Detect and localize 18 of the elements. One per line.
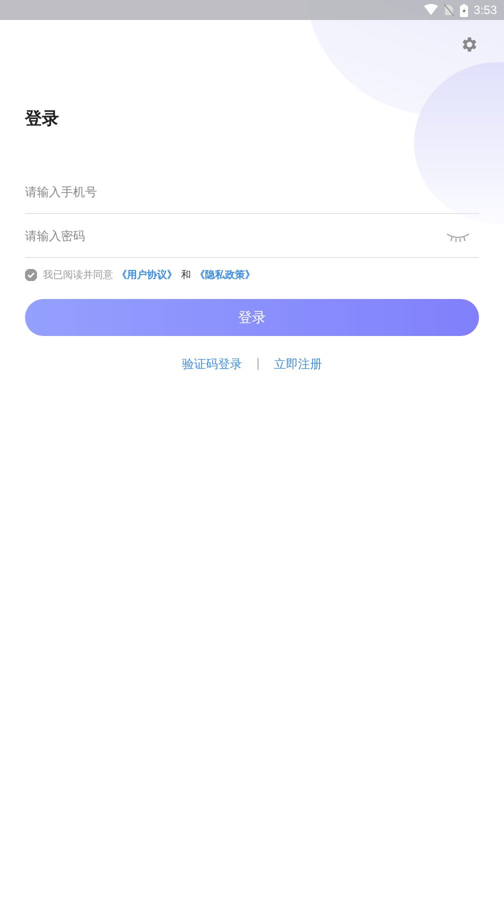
- privacy-policy-link[interactable]: 《隐私政策》: [195, 268, 255, 282]
- agreement-checkbox[interactable]: [25, 269, 37, 281]
- phone-input-field[interactable]: 请输入手机号: [25, 170, 479, 214]
- settings-icon[interactable]: [460, 35, 479, 54]
- eye-closed-icon[interactable]: [446, 232, 470, 242]
- text-link[interactable]: 验证码登录: [182, 356, 242, 373]
- user-agreement-link[interactable]: 《用户协议》: [117, 268, 177, 282]
- conjunction-text: 和: [181, 268, 191, 282]
- battery-icon: [460, 4, 468, 16]
- link-separator: |: [256, 356, 260, 372]
- clock-time: 3:53: [474, 3, 497, 17]
- page-title: 登录: [25, 108, 60, 131]
- text-link[interactable]: 立即注册: [274, 356, 322, 373]
- wifi-icon: [424, 4, 438, 16]
- no-sim-icon: [444, 4, 454, 16]
- agreement-text: 我已阅读并同意: [43, 268, 113, 282]
- login-button[interactable]: 登录: [25, 299, 479, 336]
- password-input-field[interactable]: 请输入密码: [25, 214, 479, 258]
